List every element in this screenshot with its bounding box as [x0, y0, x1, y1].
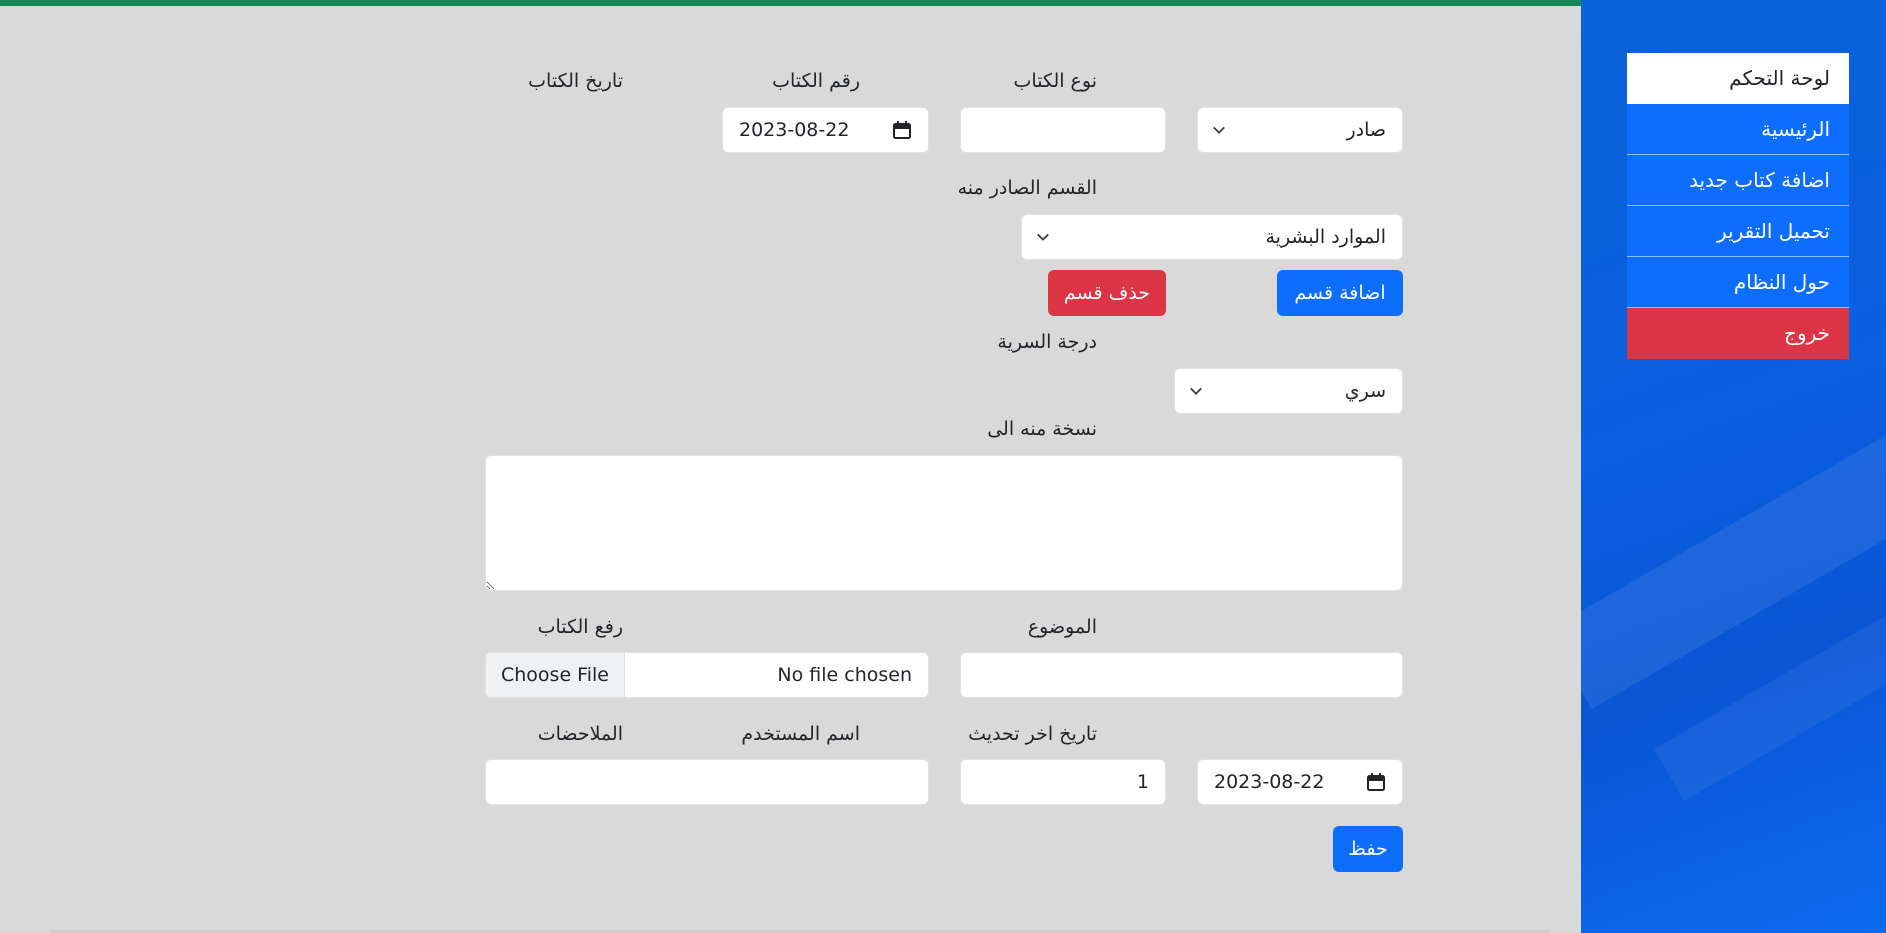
choose-file-button[interactable]: Choose File: [486, 653, 625, 697]
subject-label: الموضوع: [1027, 616, 1097, 638]
chevron-down-icon: [1213, 126, 1225, 134]
book-number-label: رقم الكتاب: [772, 70, 860, 92]
sidebar-item-about[interactable]: حول النظام: [1627, 257, 1849, 308]
username-input[interactable]: 1: [960, 759, 1166, 805]
department-select[interactable]: الموارد البشرية: [1021, 214, 1403, 260]
chevron-down-icon: [1190, 387, 1202, 395]
secrecy-label: درجة السرية: [997, 331, 1097, 353]
notes-label: الملاحضات: [537, 723, 623, 745]
sidebar-item-logout[interactable]: خروج: [1627, 308, 1849, 359]
sidebar-item-add-book[interactable]: اضافة كتاب جديد: [1627, 155, 1849, 206]
username-label: اسم المستخدم: [741, 723, 860, 745]
secrecy-value: سري: [1344, 380, 1386, 402]
delete-department-button[interactable]: حذف قسم: [1048, 270, 1166, 316]
save-button[interactable]: حفظ: [1333, 826, 1403, 872]
secrecy-select[interactable]: سري: [1174, 368, 1403, 414]
book-date-input[interactable]: 2023-08-22: [722, 107, 929, 153]
book-date-label: تاريخ الكتاب: [528, 70, 623, 92]
book-type-select[interactable]: صادر: [1197, 107, 1403, 153]
department-value: الموارد البشرية: [1265, 226, 1386, 248]
calendar-icon[interactable]: [1366, 772, 1386, 792]
calendar-icon[interactable]: [892, 120, 912, 140]
sidebar-menu: لوحة التحكم الرئيسية اضافة كتاب جديد تحم…: [1627, 53, 1849, 359]
sidebar-item-dashboard[interactable]: لوحة التحكم: [1627, 53, 1849, 104]
notes-input[interactable]: [485, 759, 929, 805]
file-status-text: No file chosen: [777, 664, 912, 686]
sidebar: لوحة التحكم الرئيسية اضافة كتاب جديد تحم…: [1581, 0, 1886, 933]
upload-file-input[interactable]: Choose File No file chosen: [485, 652, 929, 698]
last-update-input[interactable]: 2023-08-22: [1197, 759, 1403, 805]
upload-label: رفع الكتاب: [537, 616, 623, 638]
book-type-label: نوع الكتاب: [1013, 70, 1097, 92]
book-number-input[interactable]: [960, 107, 1166, 153]
department-label: القسم الصادر منه: [957, 177, 1097, 199]
sidebar-item-download-report[interactable]: تحميل التقرير: [1627, 206, 1849, 257]
sidebar-item-home[interactable]: الرئيسية: [1627, 104, 1849, 155]
top-accent-strip: [0, 0, 1581, 6]
copy-to-label: نسخة منه الى: [987, 418, 1097, 440]
add-department-button[interactable]: اضافة قسم: [1277, 270, 1403, 316]
main-content: نوع الكتاب صادر رقم الكتاب تاريخ الكتاب …: [0, 0, 1581, 933]
chevron-down-icon: [1037, 233, 1049, 241]
copy-to-textarea[interactable]: [485, 455, 1403, 591]
book-type-value: صادر: [1346, 119, 1386, 141]
subject-input[interactable]: [960, 652, 1403, 698]
last-update-label: تاريخ اخر تحديث: [968, 723, 1097, 745]
book-date-value: 2023-08-22: [739, 119, 850, 141]
last-update-value: 2023-08-22: [1214, 771, 1325, 793]
